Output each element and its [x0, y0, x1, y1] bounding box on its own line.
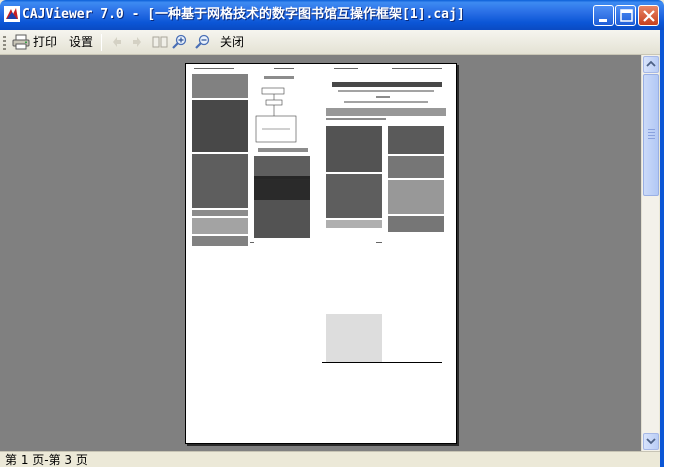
- document-page-thumbnail[interactable]: [185, 63, 457, 444]
- page-layout-icon[interactable]: [151, 34, 169, 50]
- vertical-scrollbar[interactable]: [641, 55, 659, 451]
- window-border: [660, 30, 664, 467]
- page-range-status: 第 1 页-第 3 页: [5, 453, 88, 467]
- settings-button[interactable]: 设置: [69, 32, 93, 53]
- print-button[interactable]: 打印: [33, 32, 57, 53]
- close-document-button[interactable]: 关闭: [220, 32, 244, 53]
- title-bar[interactable]: CAJViewer 7.0 - [一种基于网格技术的数字图书馆互操作框架[1].…: [0, 0, 664, 30]
- maximize-button[interactable]: [615, 5, 636, 26]
- window-title: CAJViewer 7.0 - [一种基于网格技术的数字图书馆互操作框架[1].…: [22, 7, 465, 22]
- page-content-image: [192, 68, 446, 363]
- toolbar: 打印 设置 关闭: [0, 30, 664, 55]
- zoom-out-icon[interactable]: [194, 34, 212, 50]
- toolbar-separator: [101, 34, 102, 51]
- app-window: CAJViewer 7.0 - [一种基于网格技术的数字图书馆互操作框架[1].…: [0, 0, 664, 467]
- scroll-up-button[interactable]: [643, 56, 659, 73]
- chevron-down-icon: [646, 438, 656, 445]
- chevron-up-icon: [646, 60, 656, 67]
- maximize-icon: [620, 9, 633, 22]
- printer-icon[interactable]: [12, 34, 30, 50]
- scroll-down-button[interactable]: [643, 433, 659, 450]
- next-page-icon[interactable]: [128, 34, 146, 50]
- minimize-icon: [599, 19, 607, 22]
- close-icon: [643, 10, 655, 22]
- previous-page-icon[interactable]: [108, 34, 126, 50]
- scrollbar-thumb[interactable]: [643, 74, 659, 196]
- zoom-in-icon[interactable]: [171, 34, 189, 50]
- cajviewer-app-icon: [4, 6, 20, 22]
- status-bar: 第 1 页-第 3 页: [0, 451, 664, 467]
- close-window-button[interactable]: [638, 5, 659, 26]
- toolbar-grip[interactable]: [3, 36, 6, 50]
- minimize-button[interactable]: [593, 5, 614, 26]
